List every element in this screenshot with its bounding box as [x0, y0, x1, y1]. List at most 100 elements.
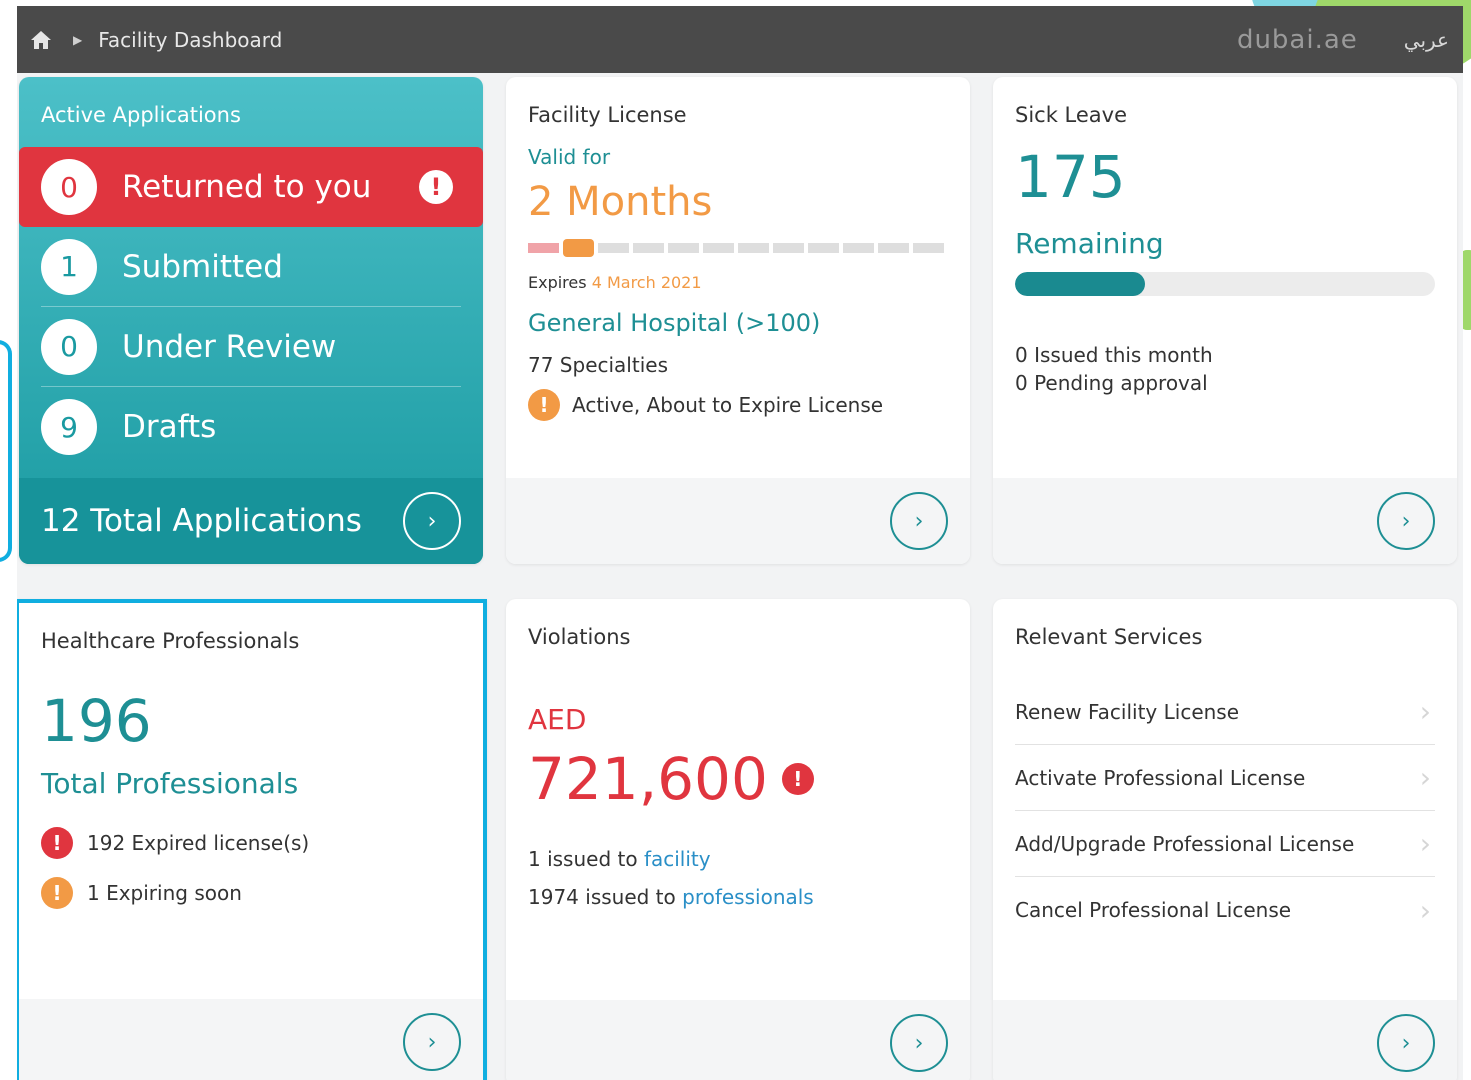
chevron-right-icon: ›: [1401, 508, 1411, 534]
total-professionals-label: Total Professionals: [41, 767, 299, 800]
returned-count: 0: [41, 159, 97, 215]
breadcrumb-caret-icon: ▶: [73, 32, 83, 47]
service-label: Add/Upgrade Professional License: [1015, 831, 1355, 856]
chevron-right-icon: ›: [914, 1030, 924, 1056]
card-title: Active Applications: [41, 103, 241, 127]
expiring-soon: 1 Expiring soon: [87, 881, 242, 905]
validity-segment: [878, 243, 909, 253]
active-applications-footer: 12 Total Applications ›: [19, 478, 483, 564]
validity-segment: [843, 243, 874, 253]
professionals-count: 196: [41, 687, 152, 755]
service-label: Activate Professional License: [1015, 765, 1306, 790]
remaining-progress-bar: [1015, 272, 1435, 296]
card-footer: ›: [506, 1000, 970, 1080]
professional-violations-prefix: 1974 issued to: [528, 885, 676, 909]
validity-segment: [633, 243, 664, 253]
view-services-button[interactable]: ›: [1377, 1014, 1435, 1072]
error-icon: !: [41, 827, 73, 859]
valid-for-label: Valid for: [528, 145, 611, 169]
drafts-count: 9: [41, 399, 97, 455]
card-footer: ›: [993, 478, 1457, 564]
chevron-right-icon: ›: [1419, 893, 1431, 927]
validity-segment: [738, 243, 769, 253]
submitted-count: 1: [41, 238, 97, 295]
expires-label: Expires: [528, 273, 587, 292]
facility-violations-link[interactable]: facility: [644, 847, 711, 871]
remaining-progress-fill: [1015, 272, 1146, 296]
card-title: Violations: [528, 625, 631, 649]
pending-approval: 0 Pending approval: [1015, 371, 1208, 395]
service-label: Renew Facility License: [1015, 699, 1240, 724]
under-review-count: 0: [41, 318, 97, 375]
under-review-label: Under Review: [122, 328, 337, 365]
validity-segment: [598, 243, 629, 253]
card-footer: ›: [506, 478, 970, 564]
chevron-right-icon: ›: [427, 508, 437, 534]
professional-violations-link[interactable]: professionals: [682, 885, 814, 909]
sick-leave-count: 175: [1015, 143, 1126, 211]
drafts-label: Drafts: [122, 409, 217, 445]
service-renew-facility-license[interactable]: Renew Facility License ›: [1015, 679, 1435, 745]
sick-leave-card: Sick Leave 175 Remaining 0 Issued this m…: [993, 77, 1457, 564]
facility-license-card: Facility License Valid for 2 Months Expi…: [506, 77, 970, 564]
validity-segment: [703, 243, 734, 253]
card-footer: ›: [993, 1000, 1457, 1080]
breadcrumb[interactable]: Facility Dashboard: [98, 28, 282, 52]
active-applications-card: Active Applications 0 Returned to you ! …: [19, 77, 483, 564]
view-violations-button[interactable]: ›: [890, 1014, 948, 1072]
top-bar: ▶ Facility Dashboard dubai.ae عربي: [17, 6, 1463, 73]
expired-licenses: 192 Expired license(s): [87, 831, 310, 855]
license-status: Active, About to Expire License: [572, 393, 884, 417]
expires-date: 4 March 2021: [591, 273, 702, 292]
returned-to-you-row[interactable]: 0 Returned to you !: [19, 147, 483, 227]
view-professionals-button[interactable]: ›: [403, 1013, 461, 1071]
validity-segment: [528, 243, 559, 253]
view-facility-license-button[interactable]: ›: [890, 492, 948, 550]
submitted-row[interactable]: 1 Submitted: [41, 227, 461, 307]
facility-violations-prefix: 1 issued to: [528, 847, 638, 871]
chevron-right-icon: ›: [914, 508, 924, 534]
brand-logo[interactable]: dubai.ae: [1237, 25, 1358, 55]
warning-icon: !: [41, 877, 73, 909]
card-title: Facility License: [528, 103, 687, 127]
facility-type: General Hospital (>100): [528, 309, 821, 337]
violations-amount: 721,600: [528, 745, 768, 813]
remaining-label: Remaining: [1015, 227, 1164, 260]
chevron-right-icon: ›: [1401, 1030, 1411, 1056]
under-review-row[interactable]: 0 Under Review: [41, 307, 461, 387]
violations-card: Violations AED 721,600 ! 1 issued to fac…: [506, 599, 970, 1080]
error-icon: !: [781, 763, 814, 795]
validity-segment: [808, 243, 839, 253]
card-title: Relevant Services: [1015, 625, 1203, 649]
validity-segment-bar: [528, 239, 944, 257]
service-activate-professional-license[interactable]: Activate Professional License ›: [1015, 745, 1435, 811]
returned-label: Returned to you: [122, 169, 372, 205]
view-sick-leave-button[interactable]: ›: [1377, 492, 1435, 550]
chevron-right-icon: ›: [1419, 695, 1431, 728]
license-duration: 2 Months: [528, 179, 713, 225]
chevron-right-icon: ›: [1419, 827, 1431, 860]
total-applications: 12 Total Applications: [41, 503, 362, 539]
submitted-label: Submitted: [122, 248, 283, 285]
validity-segment: [668, 243, 699, 253]
drafts-row[interactable]: 9 Drafts: [41, 387, 461, 467]
currency-label: AED: [528, 703, 587, 736]
service-add-upgrade-professional-license[interactable]: Add/Upgrade Professional License ›: [1015, 811, 1435, 877]
highlight-bracket: [0, 340, 12, 562]
card-title: Healthcare Professionals: [41, 629, 300, 653]
card-title: Sick Leave: [1015, 103, 1128, 127]
chevron-right-icon: ›: [427, 1029, 437, 1055]
validity-segment: [773, 243, 804, 253]
specialties-count: 77 Specialties: [528, 353, 668, 377]
language-toggle[interactable]: عربي: [1404, 28, 1449, 52]
chevron-right-icon: ›: [1419, 761, 1431, 794]
service-label: Cancel Professional License: [1015, 898, 1292, 922]
home-icon[interactable]: [29, 28, 53, 52]
alert-icon: !: [419, 170, 453, 204]
warning-icon: !: [528, 389, 560, 421]
view-applications-button[interactable]: ›: [403, 492, 461, 550]
service-cancel-professional-license[interactable]: Cancel Professional License ›: [1015, 877, 1435, 943]
validity-segment: [913, 243, 944, 253]
relevant-services-card: Relevant Services Renew Facility License…: [993, 599, 1457, 1080]
validity-segment: [563, 239, 594, 257]
